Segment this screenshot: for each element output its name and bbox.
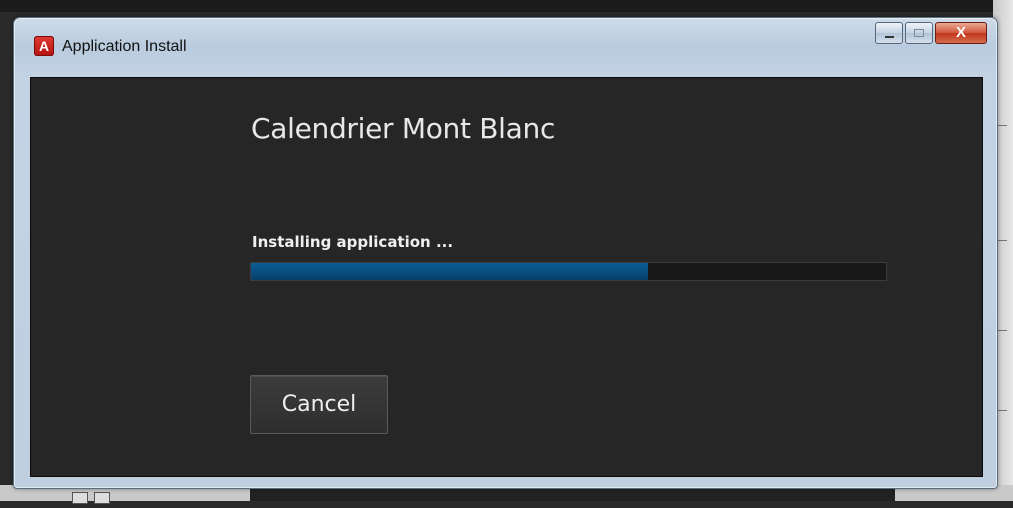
maximize-button[interactable] [905,22,933,44]
adobe-air-icon: A [34,36,54,56]
installer-content: Calendrier Mont Blanc Installing applica… [30,77,983,477]
install-progress-bar [250,262,887,281]
minimize-button[interactable] [875,22,903,44]
cancel-button[interactable]: Cancel [250,375,388,434]
background-toolbar-icons [72,489,132,504]
application-name: Calendrier Mont Blanc [251,112,556,145]
background-panel [250,489,895,501]
close-icon: X [955,24,966,41]
desktop-background-top [0,0,1013,12]
caption-buttons: X [873,22,987,46]
close-button[interactable]: X [935,22,987,44]
install-status-text: Installing application ... [252,233,454,251]
window-title: Application Install [62,38,187,55]
progress-fill [251,263,648,280]
install-dialog-window: A Application Install X Calendrier Mont … [13,17,998,489]
